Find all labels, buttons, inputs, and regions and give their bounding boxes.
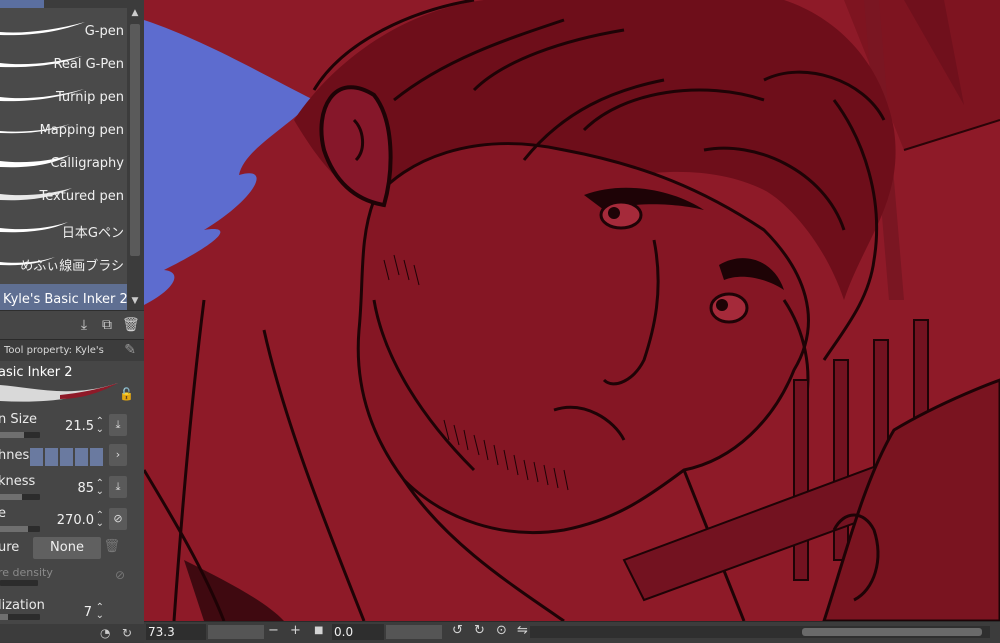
zoom-slider[interactable] — [208, 625, 264, 639]
thickness-slider[interactable] — [0, 494, 40, 500]
brush-name: asic Inker 2 — [0, 365, 73, 380]
left-panel: G-pen Real G-Pen Turnip pen Mapping pen … — [0, 0, 144, 642]
artwork — [144, 0, 1000, 621]
zoom-field[interactable]: 73.3 — [146, 624, 206, 640]
reset-rotation-icon[interactable]: ⊙ — [496, 623, 507, 638]
duplicate-icon[interactable]: ⧉ — [99, 317, 115, 333]
trash-icon[interactable]: 🗑 — [122, 317, 140, 333]
tool-property-header: Tool property: Kyle's ✎ — [0, 339, 144, 362]
spinner-icon[interactable]: ⌃ ⌄ — [96, 479, 104, 497]
download-icon[interactable]: ⤓ — [109, 476, 127, 498]
brush-label: Calligraphy — [50, 156, 124, 171]
brush-label: Turnip pen — [55, 90, 124, 105]
brush-list-toolbar: ⤓ ⧉ 🗑 — [0, 310, 144, 339]
brush-item-mefi-lineart[interactable]: めふぃ線画ブラシ — [0, 245, 127, 278]
brush-item-turnip-pen[interactable]: Turnip pen — [0, 80, 127, 113]
texture-select[interactable]: None — [33, 537, 101, 559]
prop-thickness: kness 85 ⌃ ⌄ ⤓ — [0, 470, 144, 502]
brush-label: Kyle's Basic Inker 2 — [3, 292, 128, 307]
horizontal-scrollbar[interactable] — [530, 626, 990, 638]
rotate-left-icon[interactable]: ↺ — [452, 623, 463, 638]
hardness-selector[interactable] — [30, 448, 105, 466]
settings-icon[interactable]: ◔ — [100, 626, 110, 640]
download-icon[interactable]: ⤓ — [109, 414, 127, 436]
tool-property-brush: asic Inker 2 🔓 — [0, 361, 144, 407]
prop-value[interactable]: 7 — [84, 605, 92, 620]
brush-size-slider[interactable] — [0, 432, 40, 438]
download-icon[interactable]: ⤓ — [76, 317, 92, 333]
prop-label: n Size — [0, 412, 38, 427]
prop-label: re density — [0, 566, 53, 579]
brush-stroke-preview — [0, 22, 85, 36]
stabilization-slider[interactable] — [0, 614, 40, 620]
prop-value[interactable]: 270.0 — [57, 513, 94, 528]
brush-label: Real G-Pen — [53, 57, 124, 72]
scroll-thumb[interactable] — [130, 24, 140, 256]
spinner-icon[interactable]: ⌃ ⌄ — [96, 603, 104, 621]
clip-studio-window: G-pen Real G-Pen Turnip pen Mapping pen … — [0, 0, 1000, 643]
disabled-icon: ⊘ — [114, 568, 125, 582]
brush-list: G-pen Real G-Pen Turnip pen Mapping pen … — [0, 0, 128, 310]
brush-label: Mapping pen — [39, 123, 124, 138]
prop-label: ure — [0, 540, 20, 555]
flip-icon[interactable]: ⇋ — [517, 623, 528, 638]
chevron-right-icon[interactable]: › — [109, 444, 127, 466]
brush-item-kyles-basic-inker[interactable]: Kyle's Basic Inker 2 — [0, 284, 128, 310]
status-bar: 73.3 − + ■ 0.0 ↺ ↻ ⊙ ⇋ — [144, 621, 1000, 643]
brush-item-mapping-pen[interactable]: Mapping pen — [0, 113, 127, 146]
rotation-slider[interactable] — [386, 625, 442, 639]
fit-icon[interactable]: ■ — [314, 625, 323, 636]
rotation-field[interactable]: 0.0 — [332, 624, 384, 640]
active-tab[interactable] — [0, 0, 44, 8]
brush-label: G-pen — [84, 24, 124, 39]
trash-icon[interactable]: 🗑 — [103, 539, 120, 554]
prop-value[interactable]: 21.5 — [65, 419, 94, 434]
brush-label: 日本Gペン — [61, 226, 124, 241]
brush-item-calligraphy[interactable]: Calligraphy — [0, 146, 127, 179]
prop-stabilization: lization 7 ⌃ ⌄ — [0, 594, 144, 626]
scroll-down-icon[interactable]: ▼ — [130, 296, 140, 306]
texture-density-slider — [0, 580, 38, 586]
sub-tool-tabs — [0, 0, 127, 8]
prop-hardness: hness › — [0, 440, 144, 472]
direction-slider[interactable] — [0, 526, 40, 532]
brush-list-scrollbar[interactable]: ▲ ▼ — [127, 0, 144, 310]
prop-label: e — [0, 506, 6, 521]
prop-label: lization — [0, 598, 45, 613]
zoom-out-icon[interactable]: − — [268, 623, 279, 638]
rotate-right-icon[interactable]: ↻ — [474, 623, 485, 638]
lock-icon[interactable]: 🔓 — [119, 387, 134, 401]
brush-item-real-g-pen[interactable]: Real G-Pen — [0, 47, 127, 80]
prop-brush-size: n Size 21.5 ⌃ ⌄ ⤓ — [0, 408, 144, 440]
scroll-thumb[interactable] — [802, 628, 982, 636]
brush-label: めふぃ線画ブラシ — [20, 259, 124, 274]
prop-direction: e 270.0 ⌃ ⌄ ⊘ — [0, 502, 144, 534]
spinner-icon[interactable]: ⌃ ⌄ — [96, 511, 104, 529]
spinner-icon[interactable]: ⌃ ⌄ — [96, 417, 104, 435]
scroll-up-icon[interactable]: ▲ — [130, 8, 140, 18]
drawing-canvas[interactable] — [144, 0, 1000, 621]
disabled-icon[interactable]: ⊘ — [109, 508, 127, 530]
panel-footer: ◔ ↻ — [0, 624, 144, 642]
brush-label: Textured pen — [39, 189, 124, 204]
prop-label: kness — [0, 474, 36, 489]
brush-item-textured-pen[interactable]: Textured pen — [0, 179, 127, 212]
reset-icon[interactable]: ↻ — [122, 626, 132, 640]
zoom-in-icon[interactable]: + — [290, 623, 301, 638]
prop-texture-density: re density ⊘ — [0, 562, 144, 594]
brush-item-g-pen[interactable]: G-pen — [0, 14, 127, 47]
brush-preview-stroke — [0, 383, 118, 402]
tool-property-title: Tool property: Kyle's — [4, 345, 104, 356]
prop-value[interactable]: 85 — [77, 481, 94, 496]
wrench-icon[interactable]: ✎ — [124, 342, 136, 358]
brush-item-nihon-g-pen[interactable]: 日本Gペン — [0, 212, 127, 245]
